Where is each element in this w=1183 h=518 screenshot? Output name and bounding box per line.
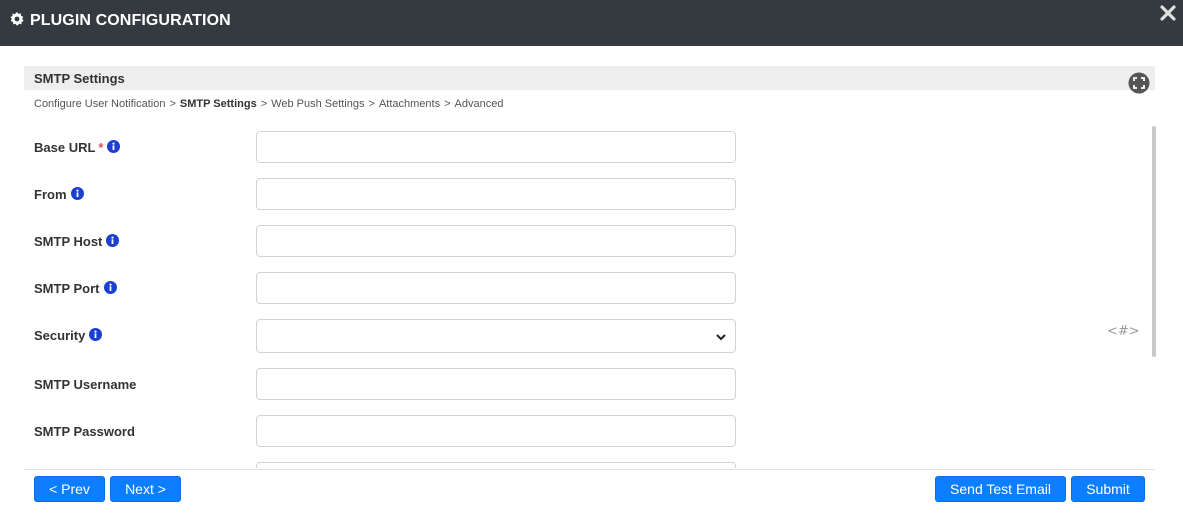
- smtp-username-input[interactable]: [256, 368, 736, 400]
- breadcrumb-advanced[interactable]: Advanced: [455, 98, 504, 110]
- security-select[interactable]: [256, 319, 736, 353]
- form-scrollbar[interactable]: [1152, 126, 1156, 357]
- dialog-titlebar: PLUGIN CONFIGURATION: [0, 0, 1183, 46]
- breadcrumb-separator: >: [368, 98, 375, 110]
- smtp-form: Base URL * From SMTP Host SMTP Port Secur…: [24, 122, 1155, 468]
- from-label: From: [34, 187, 84, 202]
- breadcrumb-attachments[interactable]: Attachments: [379, 98, 440, 110]
- info-icon[interactable]: [70, 187, 84, 200]
- code-hash-icon[interactable]: <#>: [1107, 324, 1140, 339]
- submit-button[interactable]: Submit: [1071, 476, 1145, 502]
- info-icon[interactable]: [107, 140, 121, 153]
- security-label: Security: [34, 328, 103, 343]
- info-icon[interactable]: [106, 234, 120, 247]
- chevron-down-icon: [716, 334, 726, 341]
- smtp-password-label: SMTP Password: [34, 424, 135, 439]
- security-row: Security: [24, 319, 1155, 353]
- base-url-input[interactable]: [256, 131, 736, 163]
- smtp-username-label: SMTP Username: [34, 377, 137, 392]
- breadcrumb-web-push-settings[interactable]: Web Push Settings: [271, 98, 364, 110]
- smtp-password-input[interactable]: [256, 415, 736, 447]
- smtp-port-row: SMTP Port: [24, 272, 1155, 306]
- partially-visible-input[interactable]: [256, 462, 736, 468]
- smtp-port-input[interactable]: [256, 272, 736, 304]
- required-mark: *: [98, 140, 104, 155]
- next-field-row-partial: [24, 462, 1155, 468]
- footer-divider: [24, 469, 1155, 470]
- breadcrumb-smtp-settings[interactable]: SMTP Settings: [180, 98, 257, 110]
- smtp-port-label: SMTP Port: [34, 281, 117, 296]
- base-url-label: Base URL *: [34, 140, 121, 155]
- smtp-host-row: SMTP Host: [24, 225, 1155, 259]
- prev-button[interactable]: < Prev: [34, 476, 105, 502]
- smtp-username-row: SMTP Username: [24, 368, 1155, 402]
- smtp-host-input[interactable]: [256, 225, 736, 257]
- info-icon[interactable]: [89, 328, 103, 341]
- from-input[interactable]: [256, 178, 736, 210]
- info-icon[interactable]: [103, 281, 117, 294]
- section-title: SMTP Settings: [34, 71, 125, 86]
- breadcrumb-separator: >: [444, 98, 451, 110]
- breadcrumb-separator: >: [169, 98, 176, 110]
- section-header: SMTP Settings: [24, 66, 1155, 94]
- smtp-password-row: SMTP Password: [24, 415, 1155, 449]
- breadcrumb-configure-user-notification[interactable]: Configure User Notification: [34, 98, 165, 110]
- base-url-row: Base URL *: [24, 131, 1155, 165]
- breadcrumb-separator: >: [260, 98, 268, 110]
- breadcrumb: Configure User Notification > SMTP Setting…: [34, 98, 503, 110]
- from-row: From: [24, 178, 1155, 212]
- dialog-title: PLUGIN CONFIGURATION: [30, 12, 231, 29]
- send-test-email-button[interactable]: Send Test Email: [935, 476, 1066, 502]
- close-icon[interactable]: [1159, 4, 1177, 22]
- smtp-host-label: SMTP Host: [34, 234, 120, 249]
- gear-icon: [10, 12, 24, 26]
- next-button[interactable]: Next >: [110, 476, 181, 502]
- fullscreen-icon[interactable]: [1128, 72, 1150, 94]
